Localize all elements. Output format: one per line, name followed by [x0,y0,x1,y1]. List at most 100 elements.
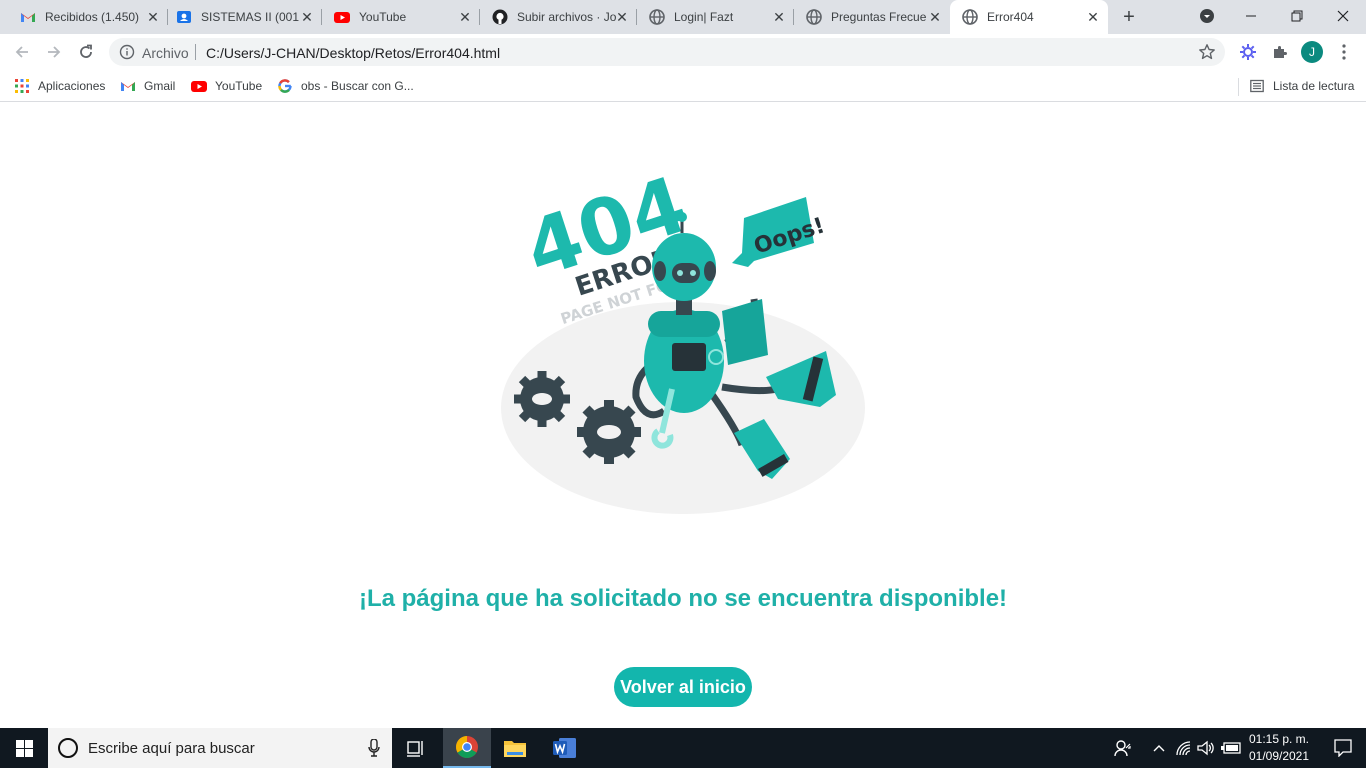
people-icon [1114,740,1131,757]
close-icon[interactable]: ✕ [458,10,472,24]
tab-gmail[interactable]: Recibidos (1.450) ✕ [8,0,168,34]
back-home-button[interactable]: Volver al inicio [614,667,752,707]
tab-label: Subir archivos · Jo [517,10,617,24]
word-icon [553,738,576,758]
puzzle-icon [1274,46,1287,58]
reload-button[interactable] [74,40,98,64]
start-button[interactable] [0,728,48,768]
tab-youtube[interactable]: YouTube ✕ [322,0,480,34]
gmail-icon [120,78,136,94]
more-vertical-icon [1342,44,1346,60]
close-icon [1337,10,1349,22]
reading-list-icon [1249,78,1265,94]
bookmarks-bar: Aplicaciones Gmail YouTube obs - Buscar … [0,70,1366,102]
speaker-icon [1197,740,1214,756]
url-text[interactable]: C:/Users/J-CHAN/Desktop/Retos/Error404.h… [206,45,500,61]
windows-logo-icon [15,739,33,757]
reading-list-label: Lista de lectura [1273,79,1355,93]
bookmark-gmail[interactable]: Gmail [120,77,175,95]
arrow-right-icon [48,46,61,58]
bookmark-youtube[interactable]: YouTube [191,77,262,95]
security-chip[interactable]: Archivo [142,45,189,61]
close-icon[interactable]: ✕ [772,10,786,24]
back-button[interactable] [10,40,34,64]
notification-icon [1334,739,1352,757]
page-content: 404 ERROR PAGE NOT FOUND Oops! ¡La págin… [0,103,1366,728]
extensions-menu-button[interactable] [1270,42,1290,62]
restore-icon [1291,10,1303,22]
tab-classroom[interactable]: SISTEMAS II (001 ✕ [164,0,322,34]
clock-date: 01/09/2021 [1248,749,1310,763]
oops-bubble: Oops! [732,197,828,267]
star-icon[interactable] [1198,43,1216,61]
minimize-button[interactable] [1228,0,1274,32]
tab-label: YouTube [359,10,407,24]
tab-preguntas[interactable]: Preguntas Frecue ✕ [794,0,950,34]
taskbar-search-box[interactable]: Escribe aquí para buscar [48,728,392,768]
volume-button[interactable] [1196,738,1216,758]
battery-icon [1221,742,1241,754]
github-icon [492,9,508,25]
arrow-left-icon [15,46,28,58]
tab-label: SISTEMAS II (001 [201,10,300,24]
taskbar-clock[interactable]: 01:15 p. m. 01/09/2021 [1245,731,1313,765]
folder-icon [504,741,526,757]
taskbar-search-placeholder: Escribe aquí para buscar [88,740,255,757]
close-icon[interactable]: ✕ [1086,10,1100,24]
close-icon[interactable]: ✕ [928,10,942,24]
close-icon[interactable]: ✕ [300,10,314,24]
error-message: ¡La página que ha solicitado no se encue… [358,585,1008,612]
reading-list-button[interactable]: Lista de lectura [1249,77,1354,95]
tab-error404[interactable]: Error404 ✕ [950,0,1108,34]
taskbar-file-explorer[interactable] [491,728,539,768]
browser-toolbar: Archivo C:/Users/J-CHAN/Desktop/Retos/Er… [0,34,1366,70]
gear-icon [577,400,641,464]
forward-button[interactable] [42,40,66,64]
taskbar-word[interactable] [541,728,589,768]
address-bar[interactable]: Archivo C:/Users/J-CHAN/Desktop/Retos/Er… [109,38,1225,66]
close-window-button[interactable] [1320,0,1366,32]
bookmark-label: Aplicaciones [38,79,106,93]
action-center-button[interactable] [1320,728,1366,768]
new-tab-button[interactable]: + [1119,7,1139,27]
profile-avatar[interactable]: J [1301,41,1323,63]
tab-label: Error404 [987,10,1034,24]
battery-button[interactable] [1220,738,1242,758]
info-icon[interactable] [119,44,135,60]
microphone-icon[interactable] [368,739,380,757]
minimize-icon [1246,15,1256,17]
show-hidden-icons-button[interactable] [1150,738,1168,758]
robot-404-illustration: 404 ERROR PAGE NOT FOUND Oops! [501,160,865,514]
people-button[interactable] [1112,738,1134,758]
tab-search-icon [1200,9,1214,23]
globe-icon [806,9,822,25]
bookmark-apps[interactable]: Aplicaciones [14,77,105,95]
extension-button[interactable] [1238,42,1258,62]
close-icon[interactable]: ✕ [146,10,160,24]
bookmark-label: obs - Buscar con G... [301,79,414,93]
youtube-icon [334,12,350,23]
globe-icon [649,9,665,25]
task-view-button[interactable] [392,728,440,768]
restore-button[interactable] [1274,0,1320,32]
wifi-icon [1176,741,1191,756]
globe-icon [962,9,978,25]
browser-tabstrip: Recibidos (1.450) ✕ SISTEMAS II (001 ✕ Y… [0,0,1366,34]
chip-divider [195,44,196,60]
bookmark-label: YouTube [215,79,263,93]
network-button[interactable] [1174,738,1194,758]
tab-search-button[interactable] [1184,0,1230,32]
clock-time: 01:15 p. m. [1248,732,1310,746]
taskbar-chrome[interactable] [443,728,491,768]
tab-login-fazt[interactable]: Login| Fazt ✕ [637,0,794,34]
browser-menu-button[interactable] [1334,42,1354,62]
windows-taskbar: Escribe aquí para buscar 01:15 p. m. 01/… [0,728,1366,768]
bookmarks-divider [1238,78,1239,96]
bookmark-obs-search[interactable]: obs - Buscar con G... [277,77,414,95]
cortana-icon [58,738,78,758]
close-icon[interactable]: ✕ [615,10,629,24]
bookmark-label: Gmail [144,79,176,93]
gmail-icon [21,13,35,22]
chrome-icon [456,736,478,758]
tab-github[interactable]: Subir archivos · Jo ✕ [480,0,637,34]
